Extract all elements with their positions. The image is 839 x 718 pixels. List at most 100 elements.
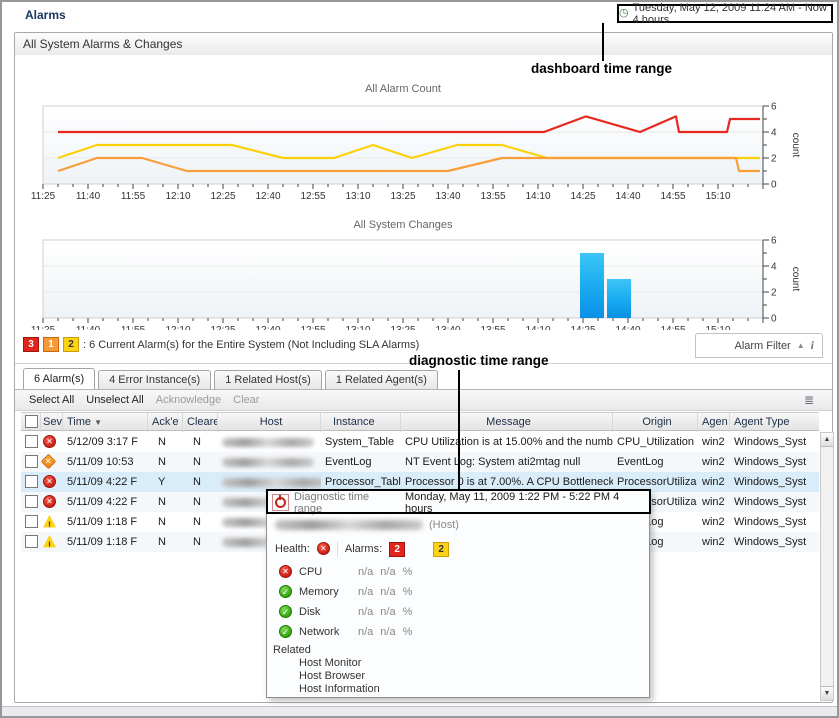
table-vertical-scrollbar[interactable]: ▲ ▼: [820, 432, 834, 701]
severity-cell: ✕: [41, 452, 63, 472]
tab-alarms[interactable]: 6 Alarm(s): [23, 368, 95, 389]
time-cell: 5/11/09 10:53: [63, 452, 148, 472]
row-checkbox[interactable]: [21, 472, 41, 492]
table-row[interactable]: ✕5/11/09 10:53NNEventLogNT Event Log: Sy…: [21, 452, 819, 472]
related-link-host-browser[interactable]: Host Browser: [299, 670, 365, 682]
row-checkbox[interactable]: [21, 432, 41, 452]
related-link-host-information[interactable]: Host Information: [299, 683, 380, 695]
agent-cell: win2: [698, 452, 730, 472]
tab-related-hosts[interactable]: 1 Related Host(s): [214, 370, 322, 389]
unselect-all-button[interactable]: Unselect All: [86, 394, 143, 406]
col-agent-type[interactable]: Agent Type: [730, 413, 819, 432]
table-row[interactable]: ✕5/12/09 3:17 FNNSystem_TableCPU Utiliza…: [21, 432, 819, 452]
acknowledge-button[interactable]: Acknowledge: [156, 394, 221, 406]
row-checkbox[interactable]: [21, 492, 41, 512]
row-checkbox[interactable]: [21, 532, 41, 552]
host-cell[interactable]: [218, 452, 321, 472]
time-cell: 5/11/09 4:22 F: [63, 492, 148, 512]
svg-text:2: 2: [771, 288, 777, 299]
system-changes-chart-title: All System Changes: [31, 219, 775, 231]
host-type-label: (Host): [429, 519, 459, 531]
diagnostic-range-text: Monday, May 11, 2009 1:22 PM - 5:22 PM 4…: [405, 491, 649, 515]
severity-cell: ✕: [41, 492, 63, 512]
row-checkbox[interactable]: [21, 452, 41, 472]
svg-text:6: 6: [771, 102, 777, 113]
svg-text:11:25: 11:25: [31, 191, 56, 202]
time-cell: 5/11/09 4:22 F: [63, 472, 148, 492]
warning-icon: !: [43, 515, 56, 528]
diagnostic-launch-icon[interactable]: [272, 494, 289, 511]
instance-cell: EventLog: [321, 452, 401, 472]
checkbox-icon[interactable]: [25, 475, 38, 488]
time-range-clock-icon: ◷: [619, 8, 629, 19]
dashboard-time-range-selector[interactable]: ◷ Tuesday, May 12, 2009 11:24 AM - Now 4…: [617, 4, 833, 23]
col-severity[interactable]: Sev: [41, 413, 63, 432]
divider: [337, 541, 338, 557]
message-cell: Processor 0 is at 7.00%. A CPU Bottlenec…: [401, 472, 613, 492]
svg-text:13:40: 13:40: [435, 191, 460, 202]
ok-icon: ✓: [279, 585, 292, 598]
acked-cell: N: [148, 532, 183, 552]
col-time[interactable]: Time ▼: [63, 413, 148, 432]
info-icon[interactable]: i: [811, 338, 814, 353]
col-acked[interactable]: Ack'e: [148, 413, 183, 432]
horizontal-scrollbar[interactable]: [2, 706, 837, 717]
tab-error-instances[interactable]: 4 Error Instance(s): [98, 370, 211, 389]
col-message[interactable]: Message: [401, 413, 613, 432]
svg-text:12:55: 12:55: [300, 191, 325, 202]
clear-button[interactable]: Clear: [233, 394, 259, 406]
agent-type-cell: Windows_Syst: [730, 452, 819, 472]
severity-cell: !: [41, 532, 63, 552]
col-host[interactable]: Host: [218, 413, 321, 432]
tab-related-agents[interactable]: 1 Related Agent(s): [325, 370, 438, 389]
error-icon: ✕: [41, 453, 56, 469]
col-cleared[interactable]: Cleare: [183, 413, 218, 432]
ok-icon: ✓: [279, 605, 292, 618]
tooltip-fatal-badge: 2: [389, 542, 405, 557]
panel-header: All System Alarms & Changes: [15, 33, 832, 56]
host-cell[interactable]: [218, 432, 321, 452]
svg-text:15:10: 15:10: [705, 191, 730, 202]
cleared-cell: N: [183, 512, 218, 532]
agent-type-cell: Windows_Syst: [730, 432, 819, 452]
select-all-button[interactable]: Select All: [29, 394, 74, 406]
host-cell[interactable]: [218, 472, 321, 492]
alarm-filter[interactable]: Alarm Filter ▲ i: [695, 333, 823, 358]
acked-cell: N: [148, 512, 183, 532]
svg-text:13:10: 13:10: [345, 191, 370, 202]
checkbox-icon[interactable]: [25, 435, 38, 448]
svg-text:2: 2: [771, 154, 777, 165]
col-origin[interactable]: Origin: [613, 413, 698, 432]
svg-text:13:25: 13:25: [390, 191, 415, 202]
tooltip-host-line: (Host): [275, 519, 459, 531]
cleared-cell: N: [183, 472, 218, 492]
table-customizer-icon[interactable]: ≣: [804, 393, 814, 407]
scroll-down-icon[interactable]: ▼: [821, 686, 833, 700]
scroll-up-icon[interactable]: ▲: [821, 433, 833, 447]
checkbox-icon[interactable]: [25, 515, 38, 528]
diagnostic-tooltip: Diagnostic time range Monday, May 11, 20…: [266, 490, 650, 698]
select-all-checkbox[interactable]: [21, 413, 41, 432]
agent-type-cell: Windows_Syst: [730, 472, 819, 492]
metric-disk: ✓Diskn/an/a%: [279, 602, 412, 622]
row-checkbox[interactable]: [21, 512, 41, 532]
checkbox-icon[interactable]: [25, 415, 38, 428]
health-fatal-icon: ✕: [317, 542, 330, 555]
svg-text:4: 4: [771, 128, 777, 139]
fatal-count-badge: 3: [23, 337, 39, 352]
related-link-host-monitor[interactable]: Host Monitor: [299, 657, 361, 669]
col-agent[interactable]: Agen: [698, 413, 730, 432]
checkbox-icon[interactable]: [25, 535, 38, 548]
diagnostic-time-range-header: Diagnostic time range Monday, May 11, 20…: [267, 491, 649, 514]
agent-type-cell: Windows_Syst: [730, 532, 819, 552]
origin-cell: EventLog: [613, 452, 698, 472]
cleared-cell: N: [183, 432, 218, 452]
checkbox-icon[interactable]: [25, 455, 38, 468]
tooltip-warning-badge: 2: [433, 542, 449, 557]
col-instance[interactable]: Instance: [321, 413, 401, 432]
collapse-arrow-icon[interactable]: ▲: [797, 341, 805, 350]
table-row[interactable]: ✕5/11/09 4:22 FYNProcessor_TablProcessor…: [21, 472, 819, 492]
checkbox-icon[interactable]: [25, 495, 38, 508]
warning-count-badge: 2: [63, 337, 79, 352]
redacted-host-name: [222, 438, 314, 447]
